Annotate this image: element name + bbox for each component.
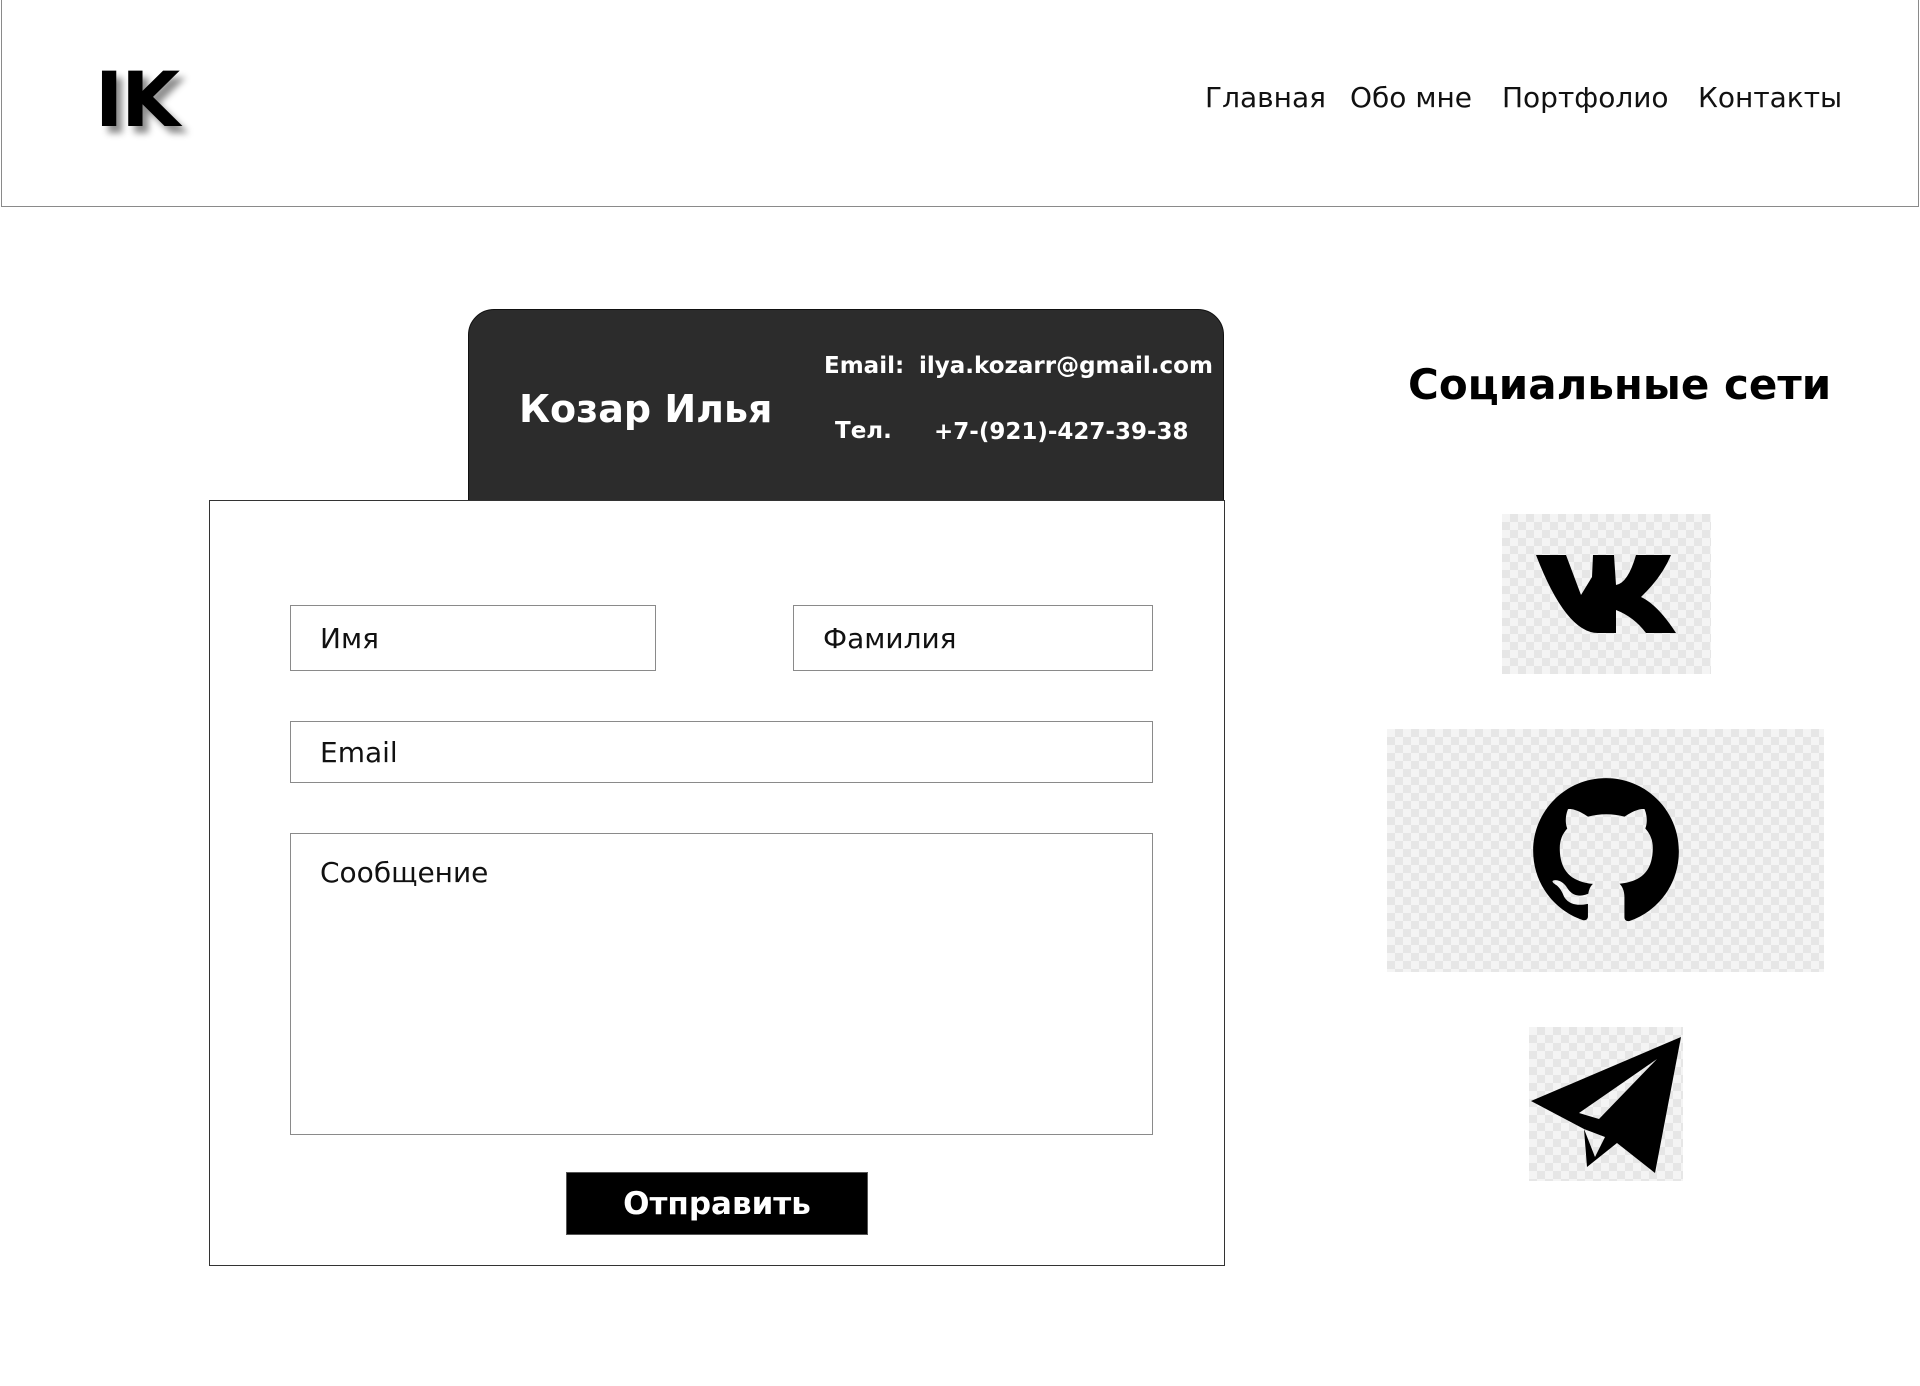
email-value[interactable]: ilya.kozarr@gmail.com	[919, 355, 1213, 378]
phone-label: Тел.	[835, 418, 892, 444]
first-name-input[interactable]	[290, 605, 656, 671]
nav-link-home[interactable]: Главная	[1205, 84, 1326, 112]
submit-button[interactable]: Отправить	[566, 1172, 868, 1235]
telegram-icon	[1531, 1037, 1681, 1173]
nav-link-about[interactable]: Обо мне	[1350, 84, 1472, 112]
contact-form: Отправить	[209, 500, 1225, 1266]
email-label: Email:	[824, 353, 905, 379]
site-logo[interactable]: IK	[95, 62, 180, 138]
contact-name: Козар Илья	[519, 387, 773, 431]
github-link[interactable]	[1387, 729, 1824, 972]
message-textarea[interactable]	[290, 833, 1153, 1135]
phone-value[interactable]: +7-(921)-427-39-38	[934, 421, 1189, 444]
github-icon	[1533, 778, 1679, 922]
nav-link-contacts[interactable]: Контакты	[1698, 84, 1842, 112]
vk-icon	[1536, 555, 1676, 633]
social-title: Социальные сети	[1408, 360, 1832, 409]
nav-link-portfolio[interactable]: Портфолио	[1502, 84, 1669, 112]
last-name-input[interactable]	[793, 605, 1153, 671]
vk-link[interactable]	[1502, 514, 1711, 674]
email-input[interactable]	[290, 721, 1153, 783]
contact-card: Козар Илья Email: ilya.kozarr@gmail.com …	[468, 309, 1224, 505]
telegram-link[interactable]	[1529, 1027, 1683, 1181]
site-header: IK Главная Обо мне Портфолио Контакты	[1, 0, 1919, 207]
